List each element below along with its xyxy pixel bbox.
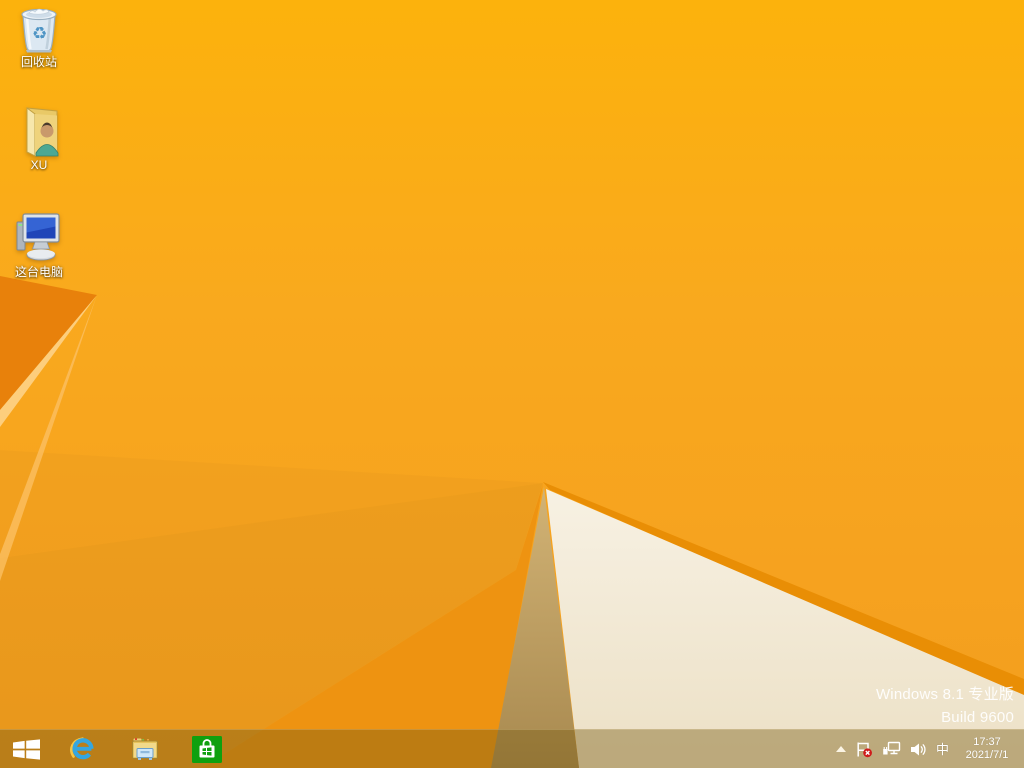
- watermark-build: Build 9600: [876, 706, 1014, 729]
- taskbar-button-internet-explorer[interactable]: [52, 730, 114, 768]
- taskbar-empty-area: [238, 730, 836, 768]
- internet-explorer-icon: [69, 735, 97, 763]
- svg-text:♻: ♻: [32, 24, 47, 44]
- taskbar-button-windows-store[interactable]: [176, 730, 238, 768]
- taskbar: 中 17:37 2021/7/1: [0, 729, 1024, 768]
- clock-time: 17:37: [960, 736, 1014, 749]
- volume-icon[interactable]: [910, 742, 927, 757]
- file-explorer-icon: [131, 737, 159, 762]
- network-ethernet-icon[interactable]: [882, 741, 901, 757]
- watermark-edition: Windows 8.1 专业版: [876, 683, 1014, 706]
- start-button[interactable]: [0, 730, 52, 768]
- computer-icon: [14, 210, 64, 264]
- build-watermark: Windows 8.1 专业版 Build 9600: [876, 683, 1014, 729]
- desktop-icon-this-pc[interactable]: 这台电脑: [2, 210, 76, 279]
- taskbar-clock[interactable]: 17:37 2021/7/1: [958, 736, 1016, 762]
- windows-store-icon: [192, 736, 222, 763]
- action-center-flag-alert-icon[interactable]: [855, 741, 873, 758]
- user-folder-icon: [17, 105, 61, 157]
- desktop-icon-label: 回收站: [21, 56, 57, 69]
- desktop-icon-user-folder[interactable]: XU: [2, 105, 76, 172]
- clock-date: 2021/7/1: [960, 749, 1014, 762]
- windows-81-desktop: { "os": { "watermark_line1": "Windows 8.…: [0, 0, 1024, 768]
- desktop-icon-recycle-bin[interactable]: ♻ 回收站: [2, 6, 76, 69]
- taskbar-button-file-explorer[interactable]: [114, 730, 176, 768]
- ime-language-indicator[interactable]: 中: [936, 743, 949, 756]
- hidden-icons-chevron-icon[interactable]: [836, 746, 846, 753]
- windows-start-icon: [13, 739, 40, 760]
- desktop-wallpaper: [0, 0, 1024, 768]
- recycle-bin-icon: ♻: [17, 6, 61, 54]
- desktop-icon-label: 这台电脑: [15, 266, 63, 279]
- desktop-icon-label: XU: [31, 159, 48, 172]
- system-tray: 中 17:37 2021/7/1: [836, 730, 1024, 768]
